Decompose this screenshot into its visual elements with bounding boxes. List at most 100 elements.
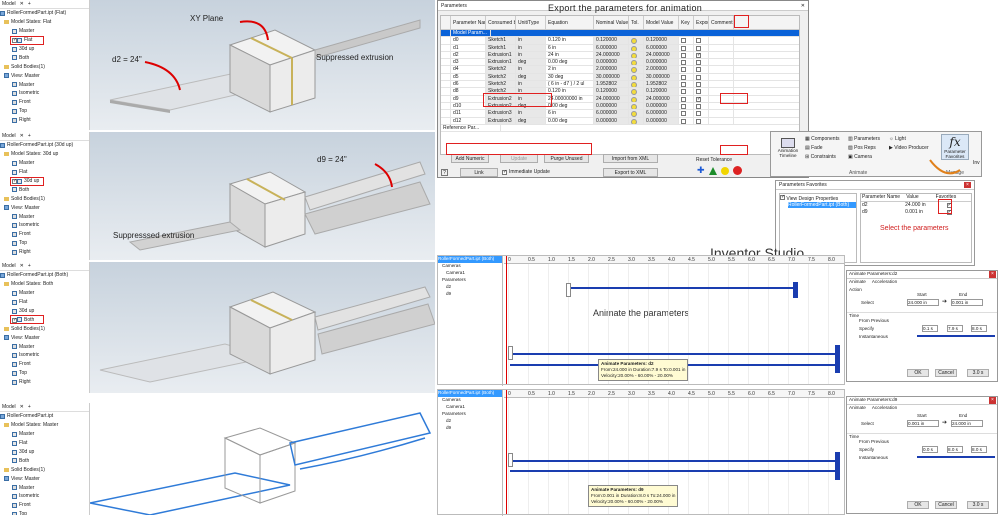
model-state-item[interactable]: Master bbox=[0, 430, 89, 439]
column-header[interactable]: Consumed by bbox=[486, 16, 516, 29]
column-header[interactable]: Export bbox=[694, 16, 709, 29]
solid-bodies-node[interactable]: Solid Bodies(1) bbox=[0, 324, 89, 333]
animation-bar[interactable] bbox=[568, 287, 798, 289]
model-state-item[interactable]: Master bbox=[0, 289, 89, 298]
parameter-row[interactable]: d11 Extrusion3 in 6 in 6.000000 6.000000 bbox=[441, 110, 799, 118]
animation-bar[interactable] bbox=[566, 283, 571, 297]
export-checkbox[interactable] bbox=[696, 74, 701, 80]
favorite-row[interactable]: d9 0.001 in bbox=[861, 209, 971, 216]
export-checkbox[interactable] bbox=[696, 52, 701, 58]
key-checkbox[interactable] bbox=[681, 96, 686, 102]
animation-bar[interactable] bbox=[510, 460, 840, 462]
playhead[interactable] bbox=[506, 390, 507, 514]
view-item[interactable]: Right bbox=[0, 116, 89, 125]
animation-bar[interactable] bbox=[508, 346, 513, 360]
column-header[interactable]: Unit/Type bbox=[516, 16, 546, 29]
light-button[interactable]: ☼ Light bbox=[889, 136, 929, 142]
view-item[interactable]: Master bbox=[0, 483, 89, 492]
view-item[interactable]: Front bbox=[0, 98, 89, 107]
model-parameters-group[interactable]: Model Param... bbox=[441, 30, 799, 38]
start-value-field[interactable]: 24.000 in bbox=[907, 299, 939, 306]
model-state-item[interactable]: 30d up bbox=[0, 45, 89, 54]
column-header[interactable]: Equation bbox=[546, 16, 594, 29]
view-item[interactable]: Right bbox=[0, 378, 89, 387]
file-node[interactable]: RollerFormedPart.ipt (Both) bbox=[0, 271, 89, 280]
key-checkbox[interactable] bbox=[681, 60, 686, 66]
start-value-field[interactable]: 0.001 in bbox=[907, 420, 939, 427]
view-node[interactable]: View: Master bbox=[0, 474, 89, 483]
key-checkbox[interactable] bbox=[681, 118, 686, 124]
parameter-row[interactable]: d3 Extrusion1 deg 0.00 deg 0.000000 0.000000 bbox=[441, 59, 799, 67]
playhead[interactable] bbox=[506, 256, 507, 384]
time-slider[interactable] bbox=[917, 456, 995, 458]
time-slider[interactable] bbox=[917, 335, 995, 337]
add-icon[interactable]: + bbox=[28, 404, 31, 410]
file-node[interactable]: RollerFormedPart.ipt bbox=[0, 412, 89, 421]
view-item[interactable]: Right bbox=[0, 248, 89, 257]
key-checkbox[interactable] bbox=[681, 45, 686, 51]
ok-button[interactable]: OK bbox=[907, 369, 929, 377]
anim-tab[interactable]: Animate bbox=[849, 279, 866, 287]
time-spinner[interactable]: 3.0 s bbox=[967, 369, 989, 377]
import-from-xml-button[interactable]: Import from XML bbox=[603, 154, 658, 163]
export-checkbox[interactable] bbox=[696, 45, 701, 51]
close-icon[interactable]: ✕ bbox=[20, 1, 24, 7]
model-states-node[interactable]: Model States: Master bbox=[0, 421, 89, 430]
animation-bar[interactable] bbox=[510, 353, 840, 355]
time-end-field[interactable]: 8.0 s bbox=[971, 325, 987, 332]
anim-tab[interactable]: Acceleration bbox=[872, 279, 897, 287]
file-node[interactable]: RollerFormedPart.ipt (Flat) bbox=[0, 9, 89, 18]
export-checkbox[interactable] bbox=[696, 111, 701, 117]
constraints-button[interactable]: ⊞ Constraints bbox=[805, 154, 839, 160]
column-header[interactable]: Comment bbox=[709, 16, 734, 29]
viewport-30d-up[interactable] bbox=[90, 132, 435, 260]
timeline-tree-item[interactable]: Parameters bbox=[438, 277, 502, 284]
favorite-row[interactable]: d2 24.000 in bbox=[861, 202, 971, 209]
view-node[interactable]: View: Master bbox=[0, 203, 89, 212]
update-button[interactable]: Update bbox=[500, 154, 538, 163]
components-button[interactable]: ▦ Components bbox=[805, 136, 839, 142]
timeline-tree-item[interactable]: d9 bbox=[438, 425, 502, 432]
export-checkbox[interactable] bbox=[696, 103, 701, 109]
parameter-row[interactable]: d12 Extrusion3 deg 0.00 deg 0.000000 0.000000 bbox=[441, 117, 799, 125]
file-node[interactable]: RollerFormedPart.ipt (30d up) bbox=[0, 141, 89, 150]
camera-button[interactable]: ▣ Camera bbox=[848, 154, 880, 160]
view-item[interactable]: Master bbox=[0, 80, 89, 89]
model-state-item[interactable]: Flat bbox=[0, 298, 89, 307]
key-checkbox[interactable] bbox=[681, 111, 686, 117]
link-button[interactable]: Link bbox=[460, 168, 498, 177]
view-item[interactable]: Top bbox=[0, 107, 89, 116]
close-icon[interactable]: × bbox=[989, 271, 996, 278]
export-checkbox[interactable] bbox=[696, 89, 701, 95]
browser-tab[interactable]: Model ✕ + bbox=[0, 132, 89, 141]
viewport-both[interactable] bbox=[90, 262, 436, 393]
tolerance-buttons[interactable]: ✚ bbox=[697, 165, 742, 176]
duration-field[interactable]: 8.0 s bbox=[947, 446, 963, 453]
view-item[interactable]: Isometric bbox=[0, 351, 89, 360]
key-checkbox[interactable] bbox=[681, 89, 686, 95]
instantaneous-option[interactable]: Instantaneous bbox=[859, 334, 888, 339]
view-item[interactable]: Master bbox=[0, 342, 89, 351]
export-checkbox[interactable] bbox=[696, 118, 701, 124]
view-item[interactable]: Isometric bbox=[0, 492, 89, 501]
add-icon[interactable]: + bbox=[28, 1, 31, 7]
view-item[interactable]: Front bbox=[0, 501, 89, 510]
specify-option[interactable]: Specify bbox=[859, 326, 874, 331]
view-item[interactable]: Master bbox=[0, 212, 89, 221]
ok-button[interactable]: OK bbox=[907, 501, 929, 509]
animation-bar[interactable] bbox=[835, 345, 840, 373]
export-checkbox[interactable] bbox=[696, 60, 701, 66]
solid-bodies-node[interactable]: Solid Bodies(1) bbox=[0, 194, 89, 203]
parameters-button[interactable]: ▥ Parameters bbox=[848, 136, 880, 142]
add-numeric-button[interactable]: Add Numeric bbox=[451, 154, 489, 163]
model-state-item[interactable]: Master bbox=[0, 159, 89, 168]
animation-bar[interactable] bbox=[510, 470, 840, 472]
model-state-item[interactable]: Flat bbox=[0, 168, 89, 177]
from-previous-option[interactable]: From Previous bbox=[859, 439, 889, 444]
close-icon[interactable]: × bbox=[989, 397, 996, 404]
export-checkbox[interactable] bbox=[696, 82, 701, 88]
duration-field[interactable]: 7.9 s bbox=[947, 325, 963, 332]
pos-reps-button[interactable]: ▧ Pos Reps bbox=[848, 145, 880, 151]
close-icon[interactable]: ✕ bbox=[20, 133, 24, 139]
browser-tab[interactable]: Model ✕ + bbox=[0, 262, 89, 271]
